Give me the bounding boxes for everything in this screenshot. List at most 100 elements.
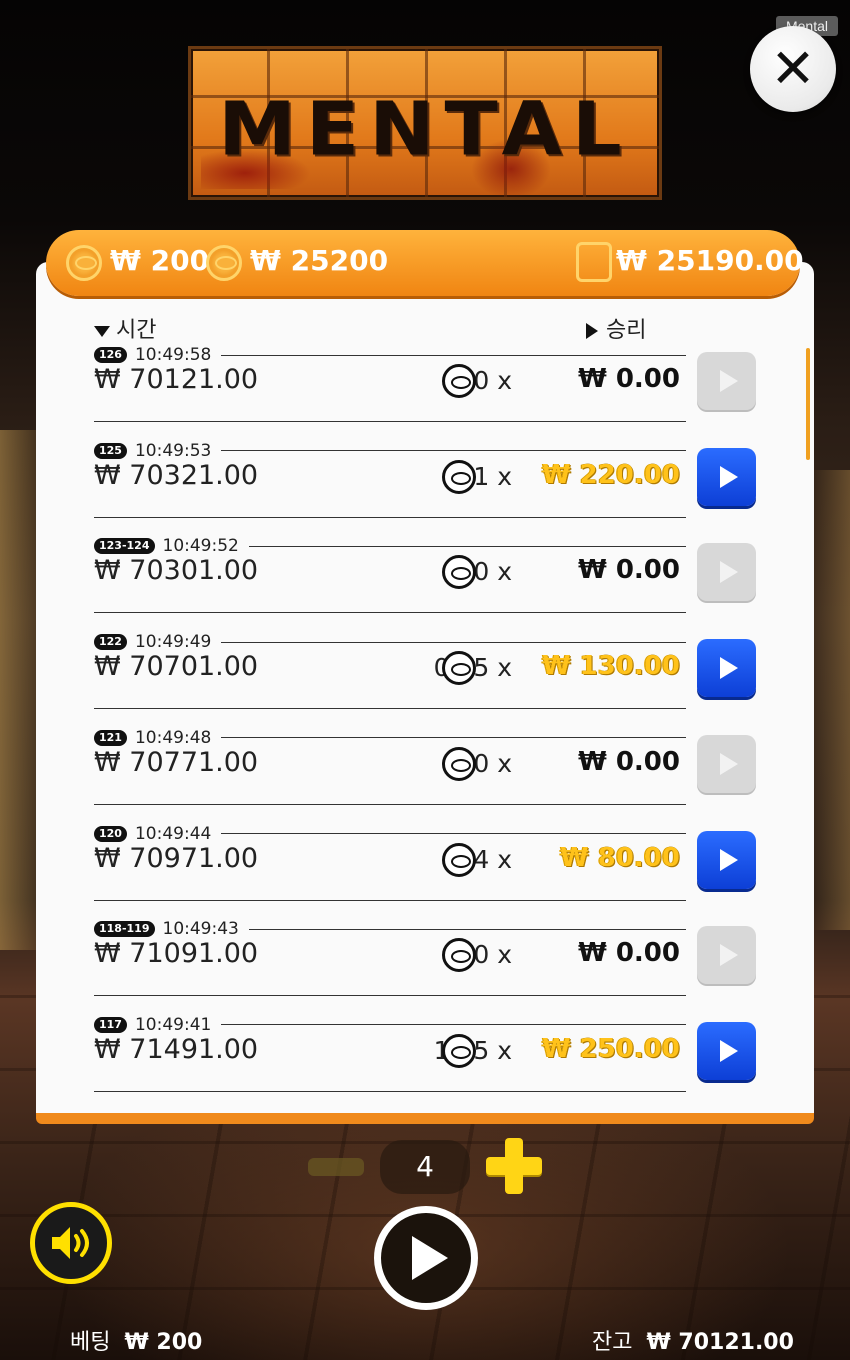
row-divider — [248, 545, 686, 547]
row-balance: ₩ 71491.00 — [94, 1033, 259, 1065]
row-meta: 120 10:49:44 — [94, 823, 686, 844]
row-divider — [221, 1024, 686, 1026]
row-multiplier: 0 x — [473, 557, 512, 587]
replay-button[interactable] — [697, 830, 756, 889]
row-time: 10:49:52 — [162, 536, 239, 557]
history-row: 118-119 10:49:43 ₩ 71091.00 0 x ₩ 0.00 — [94, 919, 764, 1016]
row-balance: ₩ 70301.00 — [94, 555, 259, 587]
footer-balance: 잔고 ₩ 70121.00 — [592, 1324, 794, 1356]
prev-page-button[interactable] — [308, 1158, 364, 1176]
footer-bet-value: ₩ 200 — [124, 1330, 203, 1355]
row-divider — [248, 928, 686, 930]
row-multiplier: 0 x — [473, 748, 512, 778]
row-win: ₩ 80.00 — [560, 842, 680, 873]
row-win: ₩ 220.00 — [541, 459, 680, 490]
total-amount: ₩ 25200 — [250, 244, 389, 277]
replay-button[interactable] — [697, 1021, 756, 1080]
row-balance: ₩ 70971.00 — [94, 842, 259, 874]
footer-bet-label: 베팅 — [70, 1330, 111, 1355]
row-multiplier: 0 x — [473, 366, 512, 395]
row-bottom-rule — [94, 612, 686, 614]
coin-icon — [442, 555, 476, 590]
round-badge: 126 — [94, 347, 127, 363]
history-row: 123-124 10:49:52 ₩ 70301.00 0 x ₩ 0.00 — [94, 536, 764, 633]
row-time: 10:49:53 — [134, 440, 212, 461]
win-column-header[interactable]: 승리 — [586, 312, 646, 344]
round-badge: 117 — [94, 1016, 127, 1033]
footer-balance-value: ₩ 70121.00 — [646, 1330, 794, 1355]
round-badge: 120 — [94, 825, 127, 842]
page-number: 4 — [380, 1140, 470, 1194]
history-row: 125 10:49:53 ₩ 70321.00 1.1 x ₩ 220.00 — [94, 440, 764, 538]
row-time: 10:49:44 — [134, 823, 212, 844]
round-badge: 123-124 — [94, 538, 155, 555]
row-divider — [221, 737, 686, 739]
coins-stack-icon — [206, 245, 242, 281]
row-bottom-rule — [94, 421, 686, 422]
coin-icon — [442, 364, 476, 398]
row-win: ₩ 250.00 — [541, 1033, 680, 1064]
history-row: 12210:49:49₩ 70701.000.65 x₩ 130.00 — [94, 632, 764, 729]
row-meta: 126 10:49:58 — [94, 345, 686, 365]
wallet-amount: ₩ 25190.00 — [616, 244, 804, 277]
row-meta: 121 10:49:48 — [94, 727, 686, 748]
round-badge: 121 — [94, 729, 127, 746]
coin-icon — [442, 842, 476, 877]
play-icon — [719, 944, 738, 967]
row-bottom-rule — [94, 899, 686, 901]
wallet-icon — [576, 242, 612, 282]
close-button[interactable]: ✕ — [750, 26, 836, 112]
close-icon: ✕ — [770, 37, 816, 100]
row-win: ₩ 0.00 — [578, 364, 680, 394]
replay-button — [697, 352, 756, 410]
game-title: MENTAL — [218, 87, 632, 173]
time-column-header[interactable]: 시간 — [94, 312, 156, 344]
row-bottom-rule — [94, 803, 686, 805]
round-badge: 125 — [94, 442, 127, 459]
play-icon — [719, 752, 738, 775]
play-icon — [719, 370, 738, 392]
history-row: 121 10:49:48 ₩ 70771.00 0 x ₩ 0.00 — [94, 727, 764, 825]
row-balance: ₩ 71091.00 — [94, 938, 259, 970]
coin-icon — [442, 459, 476, 494]
row-balance: ₩ 70771.00 — [94, 746, 259, 778]
replay-button — [697, 926, 756, 985]
next-page-button[interactable] — [486, 1138, 542, 1194]
row-time: 10:49:49 — [134, 632, 212, 653]
row-divider — [221, 833, 686, 834]
row-time: 10:49:58 — [134, 345, 212, 365]
round-badge: 118-119 — [94, 921, 155, 938]
replay-button[interactable] — [697, 447, 756, 506]
row-bottom-rule — [94, 708, 686, 710]
replay-button[interactable] — [697, 639, 756, 698]
row-meta: 122 10:49:49 — [94, 632, 686, 653]
row-multiplier: 0 x — [473, 940, 512, 970]
row-balance: ₩ 70121.00 — [94, 364, 259, 395]
coin-icon — [442, 746, 476, 781]
row-divider — [221, 354, 686, 356]
coin-icon — [442, 651, 476, 686]
game-logo: MENTAL — [188, 46, 662, 200]
row-win: ₩ 0.00 — [578, 746, 680, 777]
row-balance: ₩ 70321.00 — [94, 459, 259, 491]
win-header-label: 승리 — [606, 318, 647, 343]
footer-balance-label: 잔고 — [592, 1330, 633, 1355]
sort-right-icon — [586, 323, 598, 339]
history-row: 11710:49:41₩ 71491.001.25 x₩ 250.00 — [94, 1014, 764, 1112]
background-right-glow — [810, 470, 850, 930]
row-balance: ₩ 70701.00 — [94, 651, 259, 683]
row-win: ₩ 0.00 — [578, 555, 680, 586]
play-icon — [719, 561, 738, 584]
row-time: 10:49:41 — [134, 1014, 212, 1035]
round-badge: 122 — [94, 634, 127, 651]
scrollbar[interactable] — [806, 348, 810, 460]
time-header-label: 시간 — [116, 318, 157, 343]
spin-button[interactable] — [374, 1206, 478, 1310]
row-meta: 123-124 10:49:52 — [94, 536, 686, 557]
row-win: ₩ 130.00 — [541, 651, 680, 682]
summary-bar: ₩ 200 ₩ 25200 ₩ 25190.00 — [46, 230, 804, 296]
play-icon — [719, 1039, 738, 1062]
sound-toggle-button[interactable] — [30, 1202, 112, 1284]
row-time: 10:49:48 — [134, 727, 212, 748]
row-divider — [221, 641, 686, 643]
